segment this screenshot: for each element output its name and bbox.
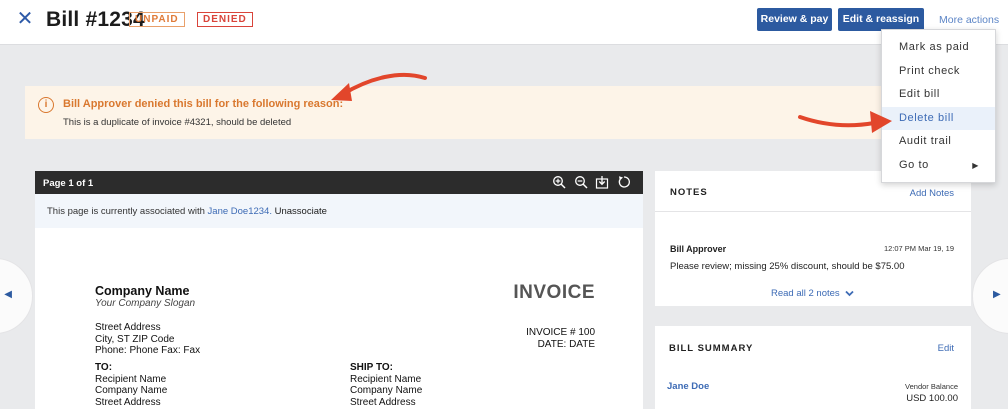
association-text: This page is currently associated with: [47, 206, 208, 217]
address-line: Street Address: [95, 322, 161, 333]
chevron-down-icon: [845, 290, 854, 297]
document-viewer: Page 1 of 1 This page is currently assoc…: [35, 171, 643, 409]
note-timestamp: 12:07 PM Mar 19, 19: [883, 244, 954, 253]
vendor-name-link[interactable]: Jane Doe: [667, 381, 709, 392]
address-line: City, ST ZIP Code: [95, 333, 175, 345]
alert-body: This is a duplicate of invoice #4321, sh…: [63, 117, 292, 128]
to-line: Recipient Name: [95, 373, 167, 385]
ship-to-block: SHIP TO: Recipient Name Company Name Str…: [350, 362, 422, 408]
vendor-balance-label: Vendor Balance: [905, 382, 958, 391]
read-all-notes-link[interactable]: Read all 2 notes: [771, 288, 854, 299]
to-heading: TO:: [95, 362, 113, 373]
annotation-arrow-right: [798, 111, 892, 133]
caret-right-icon: ▶: [972, 160, 979, 170]
viewer-toolbar: Page 1 of 1: [35, 171, 643, 194]
ship-line: Recipient Name: [350, 373, 422, 385]
invoice-heading: INVOICE: [513, 282, 595, 303]
alert-title: Bill Approver denied this bill for the f…: [63, 98, 344, 110]
close-icon[interactable]: ✕: [16, 9, 34, 29]
vendor-balance-value: USD 100.00: [906, 393, 958, 404]
zoom-out-icon[interactable]: [574, 175, 588, 189]
unassociate-link[interactable]: Unassociate: [275, 206, 327, 217]
invoice-number: INVOICE # 100: [526, 327, 595, 338]
next-bill-button[interactable]: ▶: [972, 258, 1008, 334]
more-actions-menu: Mark as paid Print check Edit bill Delet…: [881, 29, 996, 183]
more-actions-button[interactable]: More actions: [939, 14, 999, 26]
info-icon: i: [38, 97, 54, 113]
edit-summary-link[interactable]: Edit: [938, 343, 954, 354]
bill-summary-card: BILL SUMMARY Edit Jane Doe Vendor Balanc…: [655, 326, 971, 409]
read-all-label: Read all 2 notes: [771, 288, 840, 299]
bill-summary-heading: BILL SUMMARY: [669, 343, 754, 354]
company-slogan: Your Company Slogan: [95, 298, 196, 309]
divider: [655, 211, 971, 212]
menu-item-go-to[interactable]: Go to ▶: [882, 154, 995, 178]
annotation-arrow-left: [331, 72, 427, 101]
notes-heading: NOTES: [670, 187, 708, 198]
review-pay-button[interactable]: Review & pay: [757, 8, 832, 31]
status-badge-denied: DENIED: [197, 12, 253, 27]
note-text: Please review; missing 25% discount, sho…: [670, 261, 905, 272]
edit-reassign-button[interactable]: Edit & reassign: [838, 8, 924, 31]
menu-item-audit-trail[interactable]: Audit trail: [882, 130, 995, 154]
zoom-in-icon[interactable]: [552, 175, 566, 189]
menu-item-edit-bill[interactable]: Edit bill: [882, 83, 995, 107]
invoice-date: DATE: DATE: [537, 338, 595, 350]
bill-to-block: TO: Recipient Name Company Name Street A…: [95, 362, 167, 408]
menu-item-mark-as-paid[interactable]: Mark as paid: [882, 36, 995, 60]
page-header: ✕ Bill #1234 UNPAID DENIED Review & pay …: [0, 0, 1008, 45]
status-badge-unpaid: UNPAID: [129, 12, 185, 27]
ship-line: Street Address: [350, 396, 416, 408]
company-address: Street Address City, ST ZIP Code Phone: …: [95, 322, 200, 357]
next-arrow-icon: ▶: [993, 289, 1001, 300]
prev-bill-button[interactable]: ◀: [0, 258, 33, 334]
menu-item-delete-bill[interactable]: Delete bill: [882, 106, 995, 130]
page-indicator: Page 1 of 1: [43, 178, 94, 189]
menu-item-go-to-label: Go to: [899, 158, 929, 171]
to-line: Company Name: [95, 385, 168, 396]
company-name: Company Name: [95, 284, 190, 298]
add-notes-link[interactable]: Add Notes: [910, 188, 954, 199]
note-author: Bill Approver: [670, 244, 727, 254]
ship-heading: SHIP TO:: [350, 362, 393, 373]
notes-card: NOTES Add Notes Bill Approver 12:07 PM M…: [655, 171, 971, 306]
to-line: Street Address: [95, 396, 161, 408]
prev-arrow-icon: ◀: [4, 289, 12, 300]
download-icon[interactable]: [595, 175, 609, 189]
address-line: Phone: Phone Fax: Fax: [95, 345, 201, 356]
invoice-meta: INVOICE # 100 DATE: DATE: [526, 327, 595, 350]
menu-item-print-check[interactable]: Print check: [882, 60, 995, 84]
association-banner: This page is currently associated with J…: [35, 194, 643, 228]
ship-line: Company Name: [350, 385, 423, 396]
association-link[interactable]: Jane Doe1234.: [208, 206, 272, 217]
rotate-icon[interactable]: [617, 175, 631, 189]
